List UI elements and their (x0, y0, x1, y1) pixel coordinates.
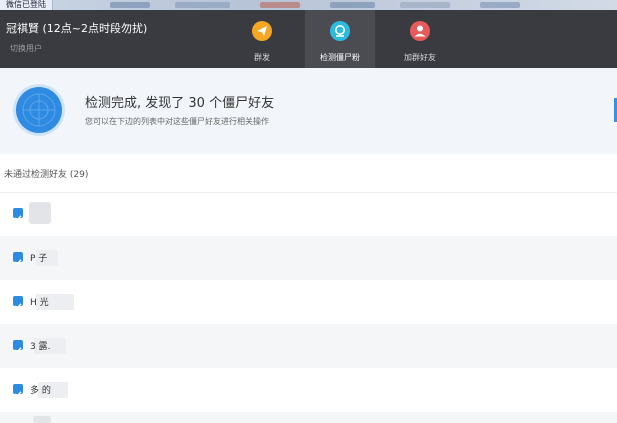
banner-subtitle: 您可以在下边的列表中对这些僵尸好友进行相关操作 (85, 117, 269, 126)
radar-icon (16, 87, 62, 133)
friend-row[interactable]: 3 露. (0, 324, 617, 368)
avatar (33, 416, 51, 423)
app-header: 冠祺賢 (12点~2点时段勿扰) 切换用户 群发 检测僵尸粉 加群好友 (0, 10, 617, 68)
section-label: 未通过检测好友 (29) (4, 170, 89, 180)
detect-icon (330, 21, 350, 41)
checkbox-checked-icon[interactable] (13, 208, 23, 222)
friend-row[interactable]: P 子 (0, 236, 617, 280)
blurred-tab (260, 2, 300, 8)
nav-item-add-friends[interactable]: 加群好友 (385, 10, 455, 68)
friend-name: P 子 (30, 254, 48, 264)
banner-title: 检测完成, 发现了 30 个僵尸好友 (85, 96, 275, 111)
friend-row[interactable]: 多 的 (0, 368, 617, 412)
switch-user-link[interactable]: 切换用户 (10, 43, 42, 54)
nav-label: 加群好友 (404, 53, 436, 62)
friend-row[interactable] (0, 412, 617, 423)
checkbox-checked-icon[interactable] (13, 384, 23, 398)
friend-name: 3 露. (30, 342, 51, 352)
blurred-tab (480, 2, 520, 8)
nav-label: 检测僵尸粉 (320, 53, 360, 62)
friend-name: H 光 (30, 298, 49, 308)
user-add-icon (410, 21, 430, 41)
friend-row[interactable]: H 光 (0, 280, 617, 324)
checkbox-checked-icon[interactable] (13, 252, 23, 266)
blurred-tab (400, 2, 450, 8)
window-titlebar: 微信已登陆 (0, 0, 617, 10)
window-tab[interactable]: 微信已登陆 (0, 0, 53, 10)
avatar (29, 202, 51, 224)
nav-item-detect-zombie[interactable]: 检测僵尸粉 (305, 10, 375, 68)
blurred-tab (175, 2, 230, 8)
nav-item-mass-send[interactable]: 群发 (227, 10, 297, 68)
checkbox-checked-icon[interactable] (13, 296, 23, 310)
list-section-header: 未通过检测好友 (29) (0, 154, 617, 193)
checkbox-checked-icon[interactable] (13, 340, 23, 354)
user-name: 冠祺賢 (12点~2点时段勿扰) (6, 22, 148, 35)
friend-row[interactable] (0, 192, 617, 236)
blurred-tab (110, 2, 150, 8)
friend-name: 多 的 (30, 386, 51, 396)
result-banner: 检测完成, 发现了 30 个僵尸好友 您可以在下边的列表中对这些僵尸好友进行相关… (0, 68, 617, 154)
blurred-tab (330, 2, 375, 8)
nav-label: 群发 (254, 53, 270, 62)
send-icon (252, 21, 272, 41)
